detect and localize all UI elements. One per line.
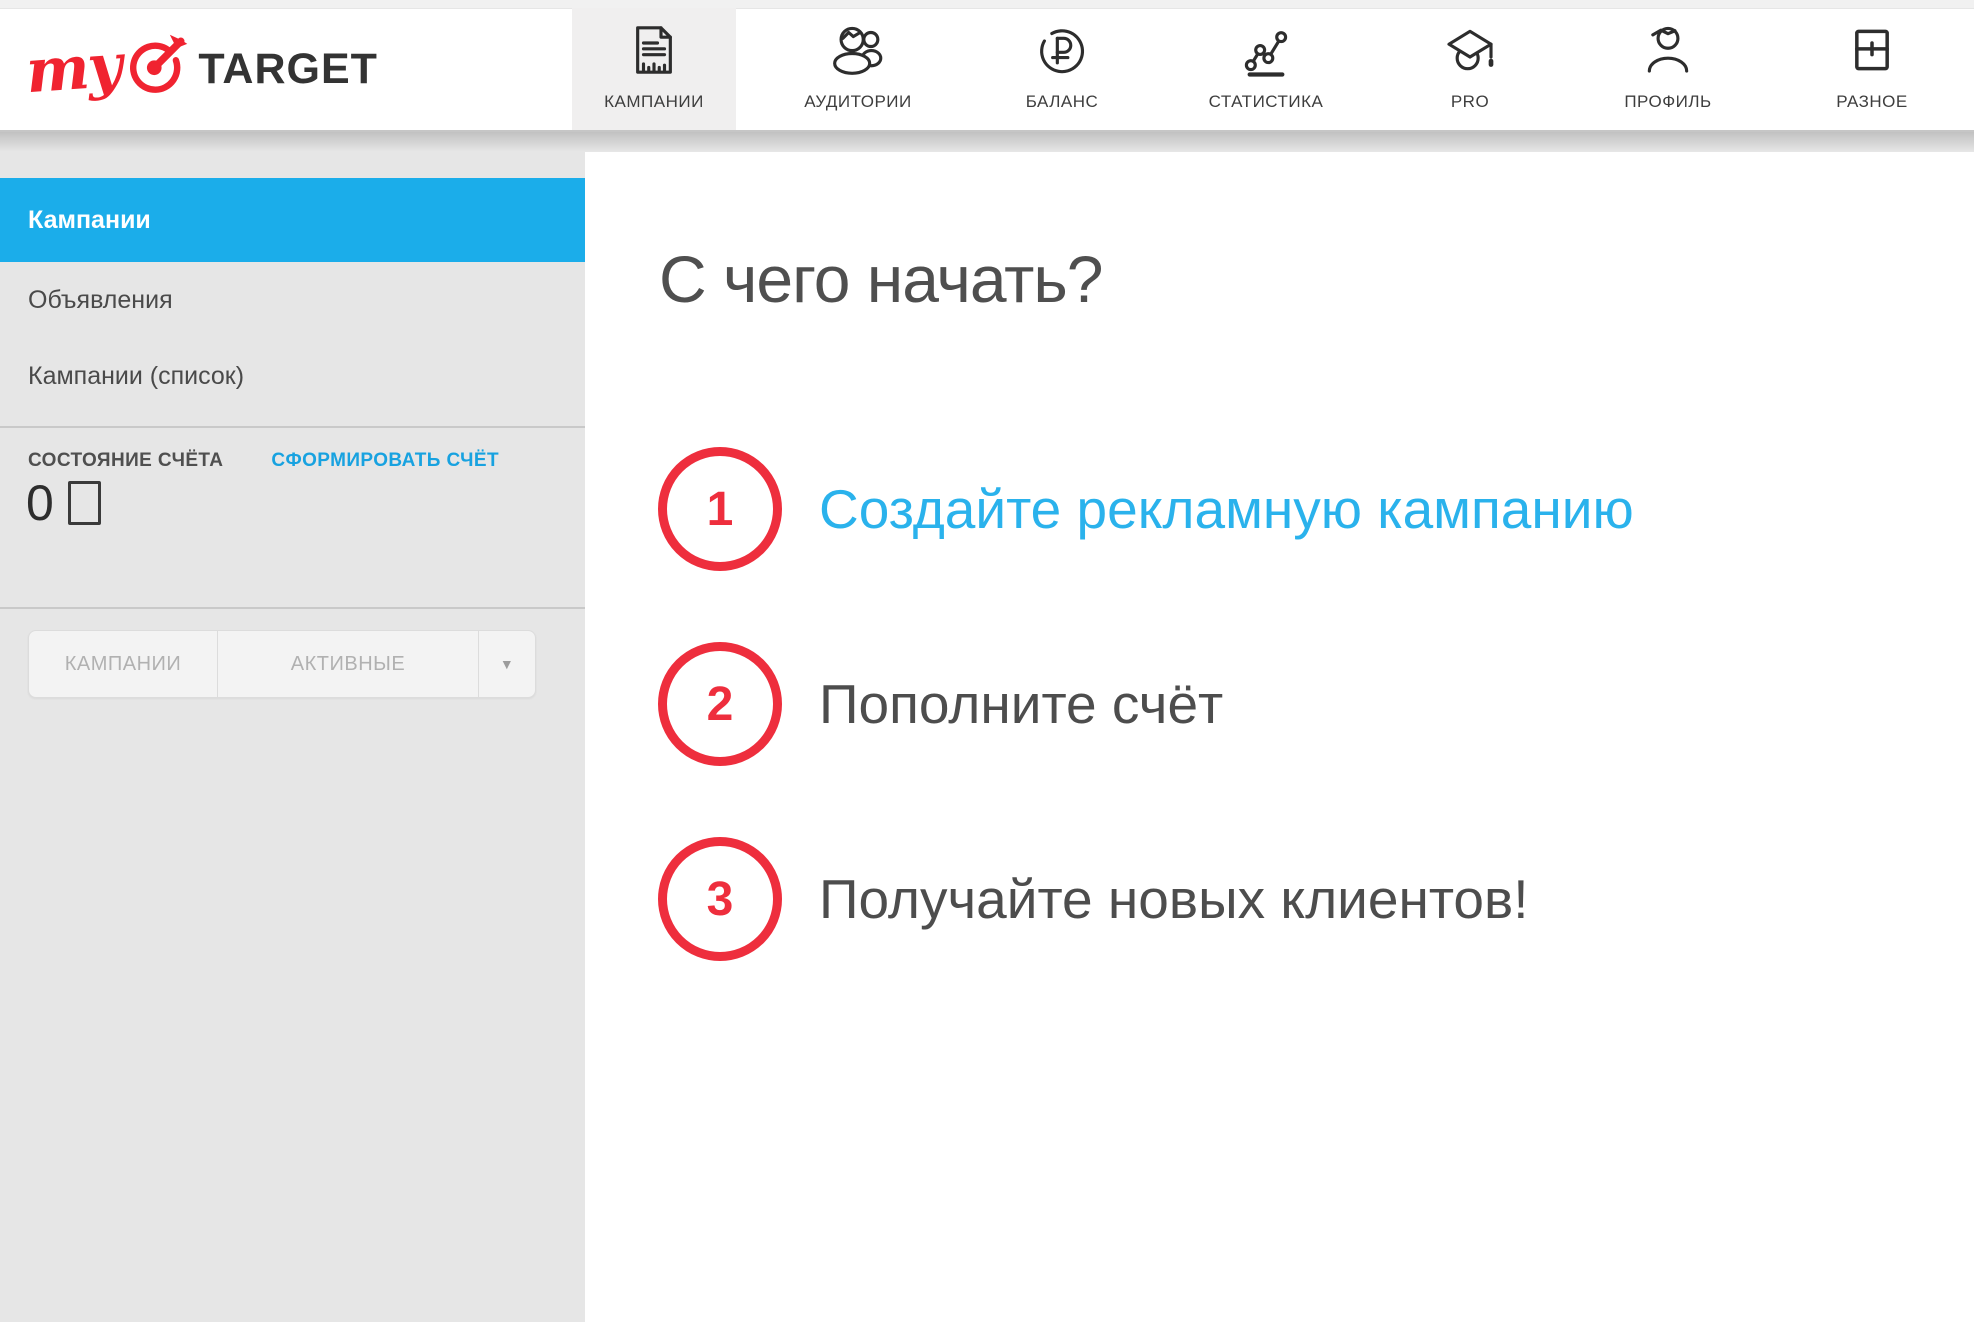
nav-tab-profile[interactable]: ПРОФИЛЬ [1586, 8, 1750, 130]
audiences-users-icon [830, 22, 886, 78]
sidebar-item-label: Объявления [28, 286, 173, 315]
sidebar-item-ads[interactable]: Объявления [0, 262, 585, 338]
campaigns-document-icon [626, 22, 682, 78]
sidebar-item-label: Кампании [28, 206, 151, 235]
nav-tab-campaigns[interactable]: КАМПАНИИ [572, 8, 736, 130]
nav-label: АУДИТОРИИ [804, 92, 911, 112]
left-sidebar: Кампании Объявления Кампании (список) СО… [0, 132, 585, 1322]
nav-label: PRO [1451, 92, 1489, 112]
top-up-account-label: Пополните счёт [819, 672, 1223, 736]
onboarding-step-1: 1 Создайте рекламную кампанию [658, 447, 1634, 571]
nav-label: РАЗНОЕ [1836, 92, 1907, 112]
step-number-circle: 3 [658, 837, 782, 961]
target-bullseye-icon [124, 32, 190, 103]
onboarding-step-2: 2 Пополните счёт [658, 642, 1223, 766]
sidebar-divider [0, 607, 585, 609]
create-campaign-link[interactable]: Создайте рекламную кампанию [819, 477, 1634, 541]
statistics-chart-icon [1238, 22, 1294, 78]
nav-tab-balance[interactable]: БАЛАНС [980, 8, 1144, 130]
main-panel: С чего начать? 1 Создайте рекламную камп… [585, 152, 1974, 1322]
filter-status-button[interactable]: АКТИВНЫЕ [218, 631, 479, 697]
step-number: 3 [707, 872, 734, 927]
onboarding-step-3: 3 Получайте новых клиентов! [658, 837, 1529, 961]
filter-type-label: КАМПАНИИ [65, 653, 182, 676]
chevron-down-icon: ▼ [500, 656, 514, 672]
step-number: 1 [707, 482, 734, 537]
account-status-row: СОСТОЯНИЕ СЧЁТА СФОРМИРОВАТЬ СЧЁТ [28, 450, 558, 472]
step-number: 2 [707, 677, 734, 732]
nav-label: СТАТИСТИКА [1209, 92, 1324, 112]
get-new-clients-label: Получайте новых клиентов! [819, 867, 1529, 931]
mytarget-app: my TARGET КАМПАНИИ [0, 0, 1974, 1322]
filter-status-label: АКТИВНЫЕ [291, 653, 405, 676]
top-header: my TARGET КАМПАНИИ [0, 0, 1974, 132]
nav-label: БАЛАНС [1026, 92, 1099, 112]
nav-label: КАМПАНИИ [604, 92, 704, 112]
logo-my-text: my [24, 36, 122, 102]
sidebar-item-campaigns[interactable]: Кампании [0, 178, 585, 262]
filter-dropdown-button[interactable]: ▼ [479, 631, 535, 697]
page-title: С чего начать? [659, 238, 1102, 321]
sidebar-divider [0, 426, 585, 428]
account-status-label: СОСТОЯНИЕ СЧЁТА [28, 450, 223, 472]
misc-window-plus-icon [1844, 22, 1900, 78]
nav-tab-misc[interactable]: РАЗНОЕ [1790, 8, 1954, 130]
profile-user-icon [1640, 22, 1696, 78]
mytarget-logo[interactable]: my TARGET [26, 8, 378, 130]
nav-label: ПРОФИЛЬ [1624, 92, 1711, 112]
currency-missing-glyph-box [68, 481, 101, 525]
filter-type-button[interactable]: КАМПАНИИ [29, 631, 218, 697]
nav-tab-audiences[interactable]: АУДИТОРИИ [776, 8, 940, 130]
generate-invoice-link[interactable]: СФОРМИРОВАТЬ СЧЁТ [271, 450, 499, 472]
header-shadow [0, 132, 1974, 152]
step-number-circle: 2 [658, 642, 782, 766]
nav-tab-statistics[interactable]: СТАТИСТИКА [1184, 8, 1348, 130]
nav-tab-pro[interactable]: PRO [1388, 8, 1552, 130]
balance-value: 0 [26, 474, 54, 532]
pro-graduation-cap-icon [1442, 22, 1498, 78]
logo-target-text: TARGET [198, 45, 378, 94]
account-balance: 0 [26, 474, 101, 532]
step-number-circle: 1 [658, 447, 782, 571]
sidebar-item-campaigns-list[interactable]: Кампании (список) [0, 338, 585, 414]
sidebar-item-label: Кампании (список) [28, 362, 244, 391]
balance-ruble-icon [1034, 22, 1090, 78]
campaign-filter-control: КАМПАНИИ АКТИВНЫЕ ▼ [28, 630, 536, 698]
